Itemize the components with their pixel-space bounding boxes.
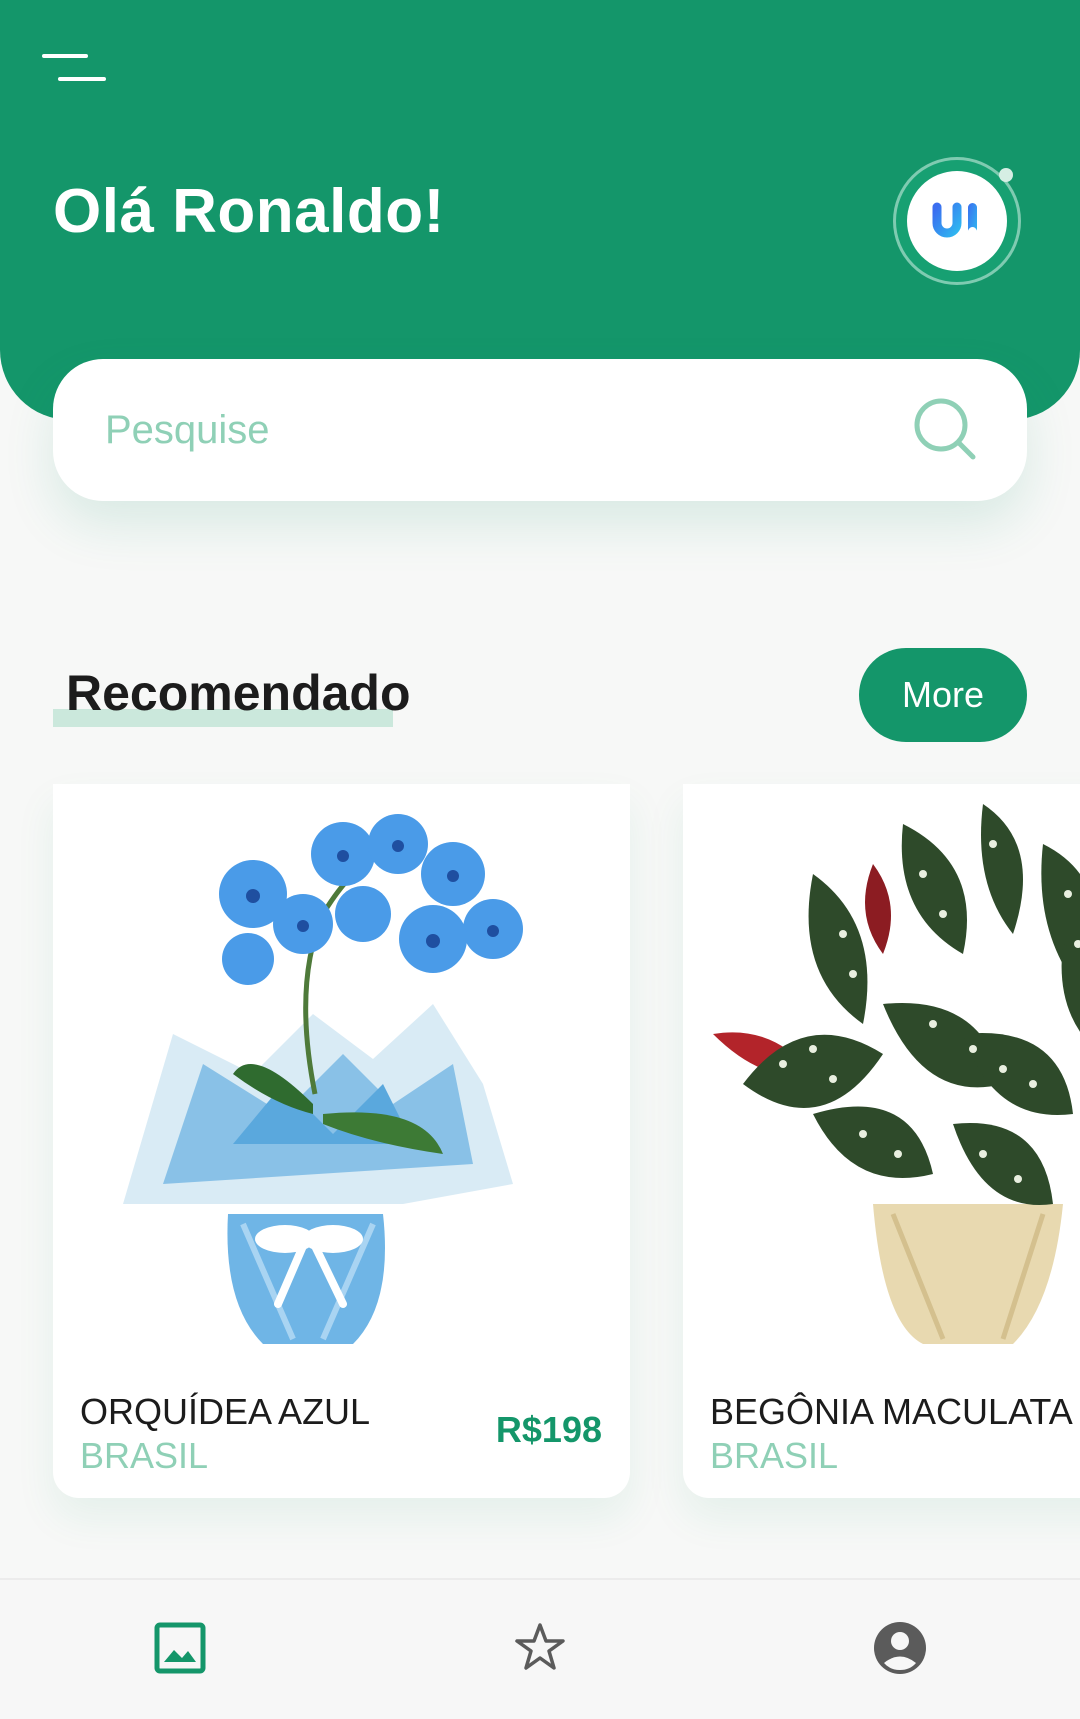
nav-item-profile[interactable] — [800, 1580, 1000, 1719]
product-card[interactable]: ORQUÍDEA AZUL BRASIL R$198 — [53, 784, 630, 1498]
status-dot — [999, 168, 1013, 182]
home-screen: Olá Ronaldo! Pesquise Recomendado More O… — [0, 0, 1080, 1719]
search-icon[interactable] — [913, 397, 979, 463]
product-image-begonia — [683, 784, 1080, 1361]
header: Olá Ronaldo! — [0, 0, 1080, 420]
avatar-image — [907, 171, 1007, 271]
search-input[interactable] — [105, 359, 885, 501]
section-header: Recomendado — [53, 664, 411, 734]
account-icon — [874, 1622, 926, 1674]
menu-line-top — [42, 54, 88, 58]
star-icon — [515, 1623, 565, 1670]
search-bar — [53, 359, 1027, 501]
section-title: Recomendado — [66, 665, 411, 721]
nav-item-favorites[interactable] — [440, 1580, 640, 1719]
bottom-nav — [0, 1578, 1080, 1719]
product-origin: BRASIL — [80, 1435, 209, 1476]
product-name: BEGÔNIA MACULATA — [710, 1391, 1073, 1432]
blue-orchid-photo — [123, 814, 523, 1344]
product-info: ORQUÍDEA AZUL BRASIL R$198 — [53, 1361, 630, 1498]
product-info: BEGÔNIA MACULATA BRASIL — [683, 1361, 1080, 1498]
menu-icon[interactable] — [40, 50, 110, 90]
more-button[interactable]: More — [859, 648, 1027, 742]
image-icon — [154, 1622, 206, 1674]
product-image-orchid — [53, 784, 630, 1361]
nav-item-gallery[interactable] — [80, 1580, 280, 1719]
product-price: R$198 — [495, 1409, 602, 1450]
begonia-maculata-photo — [713, 804, 1080, 1344]
menu-line-bottom — [58, 77, 106, 81]
product-card[interactable]: BEGÔNIA MACULATA BRASIL — [683, 784, 1080, 1498]
greeting-title: Olá Ronaldo! — [53, 177, 445, 246]
product-origin: BRASIL — [710, 1435, 839, 1476]
product-name: ORQUÍDEA AZUL — [80, 1391, 371, 1432]
ui-logo-icon — [932, 202, 977, 238]
